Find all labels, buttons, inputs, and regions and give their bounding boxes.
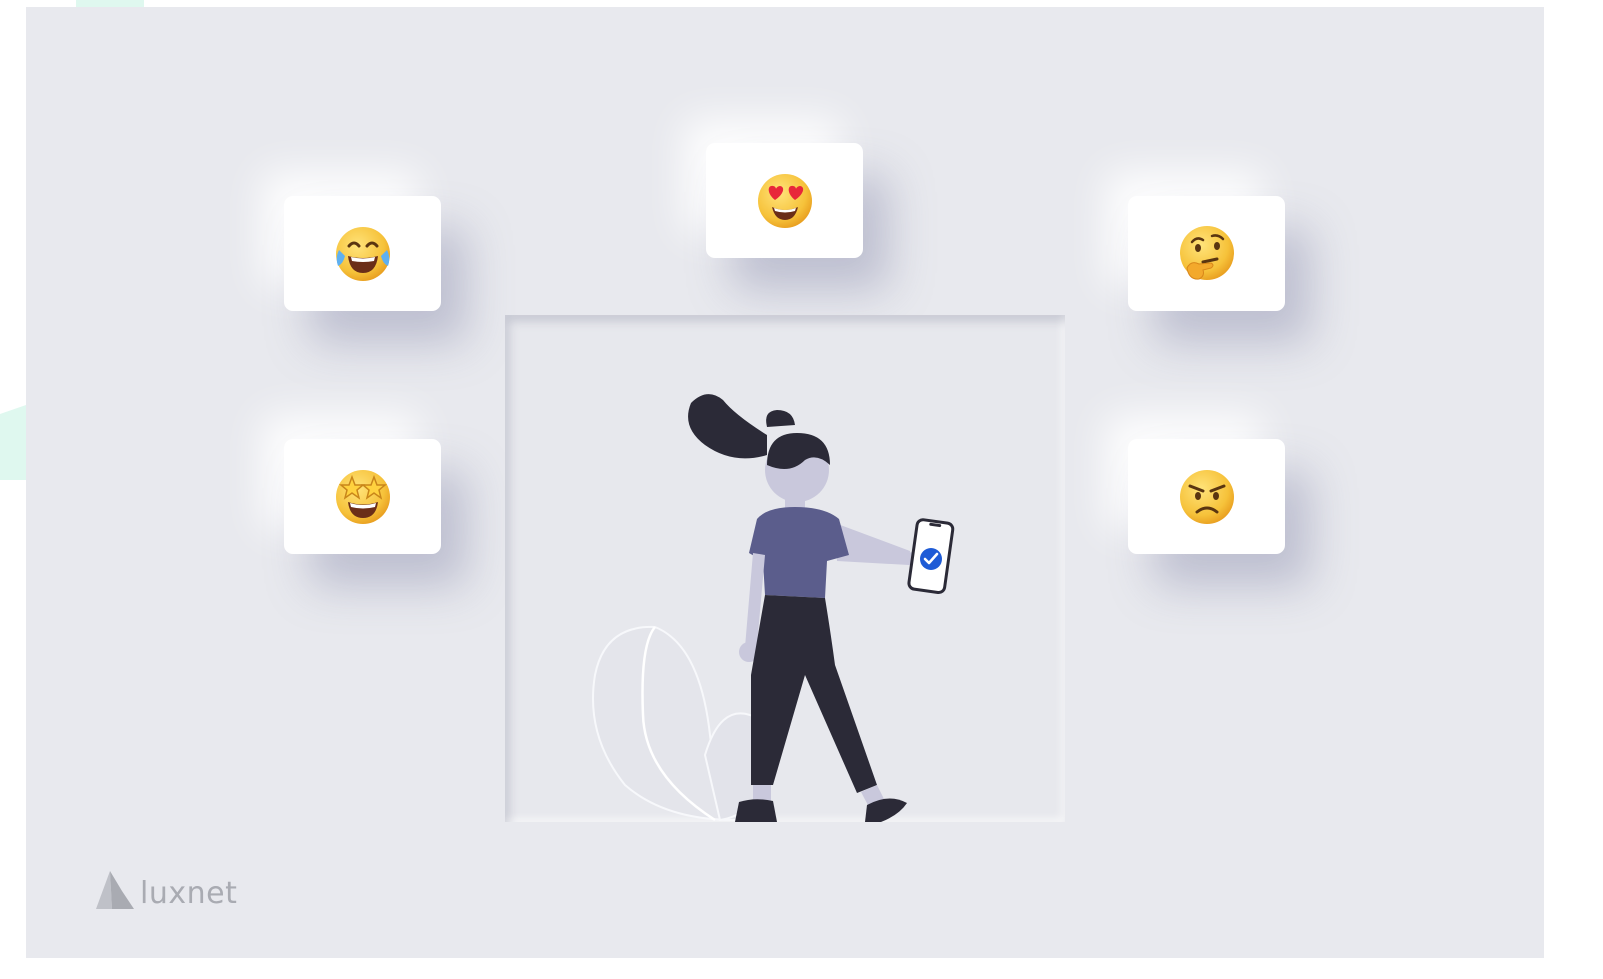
illustration-canvas: luxnet bbox=[26, 7, 1544, 958]
emoji-card-star-struck[interactable] bbox=[284, 439, 441, 554]
accent-shape-left bbox=[0, 405, 26, 480]
star-struck-icon bbox=[333, 467, 393, 527]
shoe-left bbox=[735, 799, 777, 822]
shirt bbox=[749, 507, 849, 598]
angry-face-icon bbox=[1177, 467, 1237, 527]
emoji-card-angry[interactable] bbox=[1128, 439, 1285, 554]
luxnet-logo-icon bbox=[96, 871, 134, 909]
thinking-face-icon bbox=[1177, 224, 1237, 284]
emoji-card-thinking[interactable] bbox=[1128, 196, 1285, 311]
face-with-tears-of-joy-icon bbox=[333, 224, 393, 284]
smiling-face-with-heart-eyes-icon bbox=[755, 171, 815, 231]
brand-name: luxnet bbox=[140, 876, 238, 911]
pants bbox=[751, 595, 877, 793]
brand-logo: luxnet bbox=[96, 865, 237, 911]
check-icon bbox=[920, 548, 942, 570]
emoji-card-tears-of-joy[interactable] bbox=[284, 196, 441, 311]
woman-with-phone-illustration bbox=[592, 394, 955, 822]
emoji-card-heart-eyes[interactable] bbox=[706, 143, 863, 258]
hair-ponytail bbox=[688, 394, 767, 459]
page: luxnet bbox=[0, 0, 1603, 979]
illustration-frame bbox=[505, 315, 1065, 822]
